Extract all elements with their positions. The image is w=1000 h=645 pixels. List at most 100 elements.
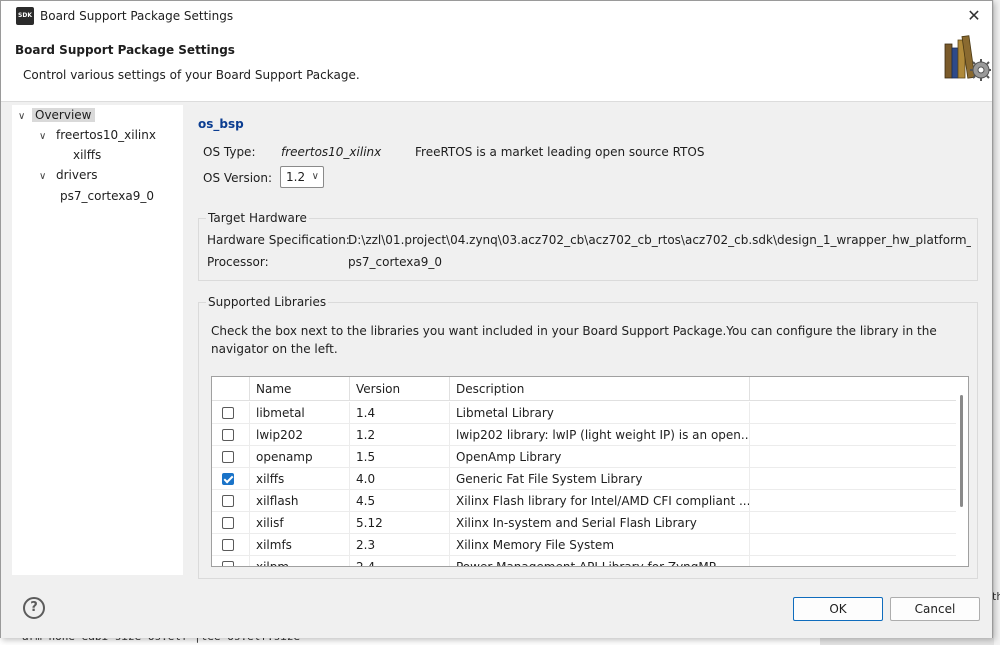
target-hardware-group: Target Hardware Hardware Specification: … [198, 211, 978, 281]
column-header-name[interactable]: Name [250, 377, 350, 401]
checkbox-cell [212, 424, 250, 446]
library-version: 4.0 [350, 468, 450, 490]
tree-item-drivers[interactable]: ∨ drivers [39, 166, 101, 184]
library-version: 2.4 [350, 556, 450, 566]
tree-item-label: ps7_cortexa9_0 [60, 189, 154, 203]
library-checkbox[interactable] [222, 561, 234, 566]
table-row[interactable]: lwip202 1.2 lwip202 library: lwIP (light w… [212, 424, 957, 446]
library-checkbox[interactable] [222, 539, 234, 551]
table-row[interactable]: xilffs 4.0 Generic Fat File System Library [212, 468, 957, 490]
banner-title: Board Support Package Settings [15, 43, 235, 57]
checkbox-cell [212, 490, 250, 512]
libraries-instruction: Check the box next to the libraries you … [211, 324, 937, 356]
background-text-fragment: th [992, 590, 1000, 603]
library-checkbox[interactable] [222, 407, 234, 419]
processor-value: ps7_cortexa9_0 [348, 255, 442, 269]
supported-libraries-title: Supported Libraries [206, 295, 329, 309]
os-version-select[interactable]: 1.2 ∨ [280, 166, 324, 188]
close-button[interactable]: ✕ [962, 5, 986, 27]
banner-description: Control various settings of your Board S… [23, 68, 360, 82]
library-description: OpenAmp Library [450, 446, 750, 468]
library-name: libmetal [250, 402, 350, 424]
tree-item-label: Overview [32, 108, 95, 122]
table-row[interactable]: xilpm 2.4 Power Management API Library for… [212, 556, 957, 566]
cancel-button[interactable]: Cancel [890, 597, 980, 621]
sdk-app-icon: SDK [16, 7, 34, 25]
checkbox-cell [212, 468, 250, 490]
library-version: 5.12 [350, 512, 450, 534]
library-version: 1.2 [350, 424, 450, 446]
library-description: Xilinx Flash library for Intel/AMD CFI c… [450, 490, 750, 512]
checkbox-cell [212, 402, 250, 424]
tree-item-label: drivers [56, 168, 98, 182]
library-checkbox[interactable] [222, 473, 234, 485]
tree-item-label: xilffs [73, 148, 102, 162]
table-header: Name Version Description [212, 377, 957, 401]
tree-item-label: freertos10_xilinx [56, 128, 156, 142]
tree-item-xilffs[interactable]: xilffs [70, 146, 104, 164]
tree-item-freertos[interactable]: ∨ freertos10_xilinx [39, 126, 159, 144]
title-bar: SDK Board Support Package Settings ✕ [1, 1, 992, 32]
library-checkbox[interactable] [222, 429, 234, 441]
tree-item-overview[interactable]: ∨ Overview [18, 106, 95, 124]
table-row[interactable]: xilisf 5.12 Xilinx In-system and Serial Fl… [212, 512, 957, 534]
scrollbar-thumb[interactable] [960, 395, 963, 507]
checkbox-cell [212, 556, 250, 566]
library-version: 1.4 [350, 402, 450, 424]
window-title: Board Support Package Settings [40, 9, 234, 23]
table-row[interactable]: xilflash 4.5 Xilinx Flash library for Inte… [212, 490, 957, 512]
os-type-value: freertos10_xilinx [281, 145, 382, 159]
column-header-version[interactable]: Version [350, 377, 450, 401]
checkbox-cell [212, 446, 250, 468]
os-description: FreeRTOS is a market leading open source… [415, 145, 705, 159]
library-description: Xilinx Memory File System [450, 534, 750, 556]
background-window-edge [994, 0, 1000, 645]
library-name: openamp [250, 446, 350, 468]
table-row[interactable]: libmetal 1.4 Libmetal Library [212, 402, 957, 424]
table-scrollbar[interactable] [956, 377, 968, 566]
library-checkbox[interactable] [222, 495, 234, 507]
os-type-label: OS Type: [203, 145, 256, 159]
library-name: xilmfs [250, 534, 350, 556]
library-description: Generic Fat File System Library [450, 468, 750, 490]
target-hardware-title: Target Hardware [206, 211, 309, 225]
overview-panel: os_bsp OS Type: freertos10_xilinx FreeRT… [197, 109, 987, 579]
hw-spec-value: D:\zzl\01.project\04.zynq\03.acz702_cb\a… [348, 233, 971, 247]
chevron-down-icon[interactable]: ∨ [39, 128, 53, 146]
column-header-description[interactable]: Description [450, 377, 750, 401]
processor-label: Processor: [207, 255, 269, 269]
chevron-down-icon: ∨ [311, 171, 319, 182]
checkbox-cell [212, 534, 250, 556]
dialog-footer: ? OK Cancel [1, 579, 992, 638]
library-books-icon [944, 35, 991, 81]
library-checkbox[interactable] [222, 451, 234, 463]
bsp-settings-dialog: SDK Board Support Package Settings ✕ Boa… [0, 0, 993, 638]
chevron-down-icon[interactable]: ∨ [39, 168, 53, 186]
table-row[interactable]: openamp 1.5 OpenAmp Library [212, 446, 957, 468]
library-version: 1.5 [350, 446, 450, 468]
library-description: Power Management API Library for ZynqMP [450, 556, 750, 566]
tree-item-ps7-cortexa9[interactable]: ps7_cortexa9_0 [57, 187, 157, 205]
help-icon[interactable]: ? [23, 597, 45, 619]
ok-button[interactable]: OK [793, 597, 883, 621]
hw-spec-label: Hardware Specification: [207, 233, 350, 247]
library-name: xilflash [250, 490, 350, 512]
library-checkbox[interactable] [222, 517, 234, 529]
library-description: Xilinx In-system and Serial Flash Librar… [450, 512, 750, 534]
library-description: Libmetal Library [450, 402, 750, 424]
library-name: xilffs [250, 468, 350, 490]
library-description: lwip202 library: lwIP (light weight IP) … [450, 424, 750, 446]
table-row[interactable]: xilmfs 2.3 Xilinx Memory File System [212, 534, 957, 556]
os-name-heading: os_bsp [198, 117, 244, 131]
bsp-navigator-tree: ∨ Overview ∨ freertos10_xilinx xilffs ∨ dri… [12, 105, 183, 575]
header-banner: Board Support Package Settings Control v… [1, 32, 992, 102]
library-name: xilisf [250, 512, 350, 534]
os-version-value: 1.2 [286, 170, 306, 184]
os-version-label: OS Version: [203, 171, 273, 185]
library-version: 2.3 [350, 534, 450, 556]
column-header-check [212, 377, 250, 401]
checkbox-cell [212, 512, 250, 534]
library-name: lwip202 [250, 424, 350, 446]
library-version: 4.5 [350, 490, 450, 512]
chevron-down-icon[interactable]: ∨ [18, 108, 32, 126]
